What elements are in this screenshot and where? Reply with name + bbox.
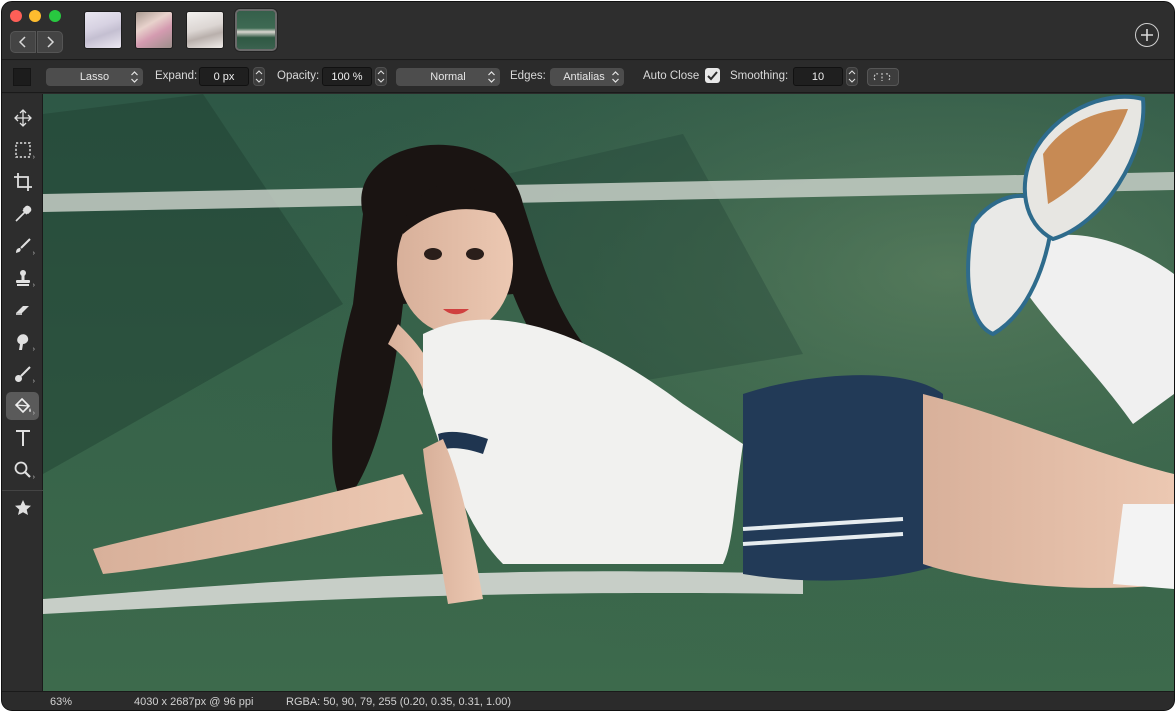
popup-arrows-icon: [131, 71, 138, 83]
stepper-arrows-icon: [255, 70, 263, 83]
selection-tool-value: Lasso: [79, 71, 110, 83]
color-swatch[interactable]: [13, 68, 31, 86]
stepper-arrows-icon: [377, 70, 385, 83]
edges-value: Antialias: [563, 71, 605, 83]
crop-icon: [13, 173, 32, 191]
submenu-indicator-icon: ›: [32, 346, 35, 353]
opacity-stepper[interactable]: [375, 67, 387, 86]
blend-mode-popup[interactable]: Normal: [396, 68, 500, 86]
thumbnail-image-4: [237, 11, 275, 49]
eraser-tool[interactable]: [6, 296, 39, 324]
submenu-indicator-icon: ›: [32, 250, 35, 257]
move-icon: [13, 109, 32, 127]
smoothing-label: Smoothing:: [730, 70, 789, 82]
clone-stamp-icon: [15, 270, 30, 286]
lasso-path-icon: [873, 73, 891, 81]
lasso-options-button[interactable]: [867, 68, 899, 86]
move-tool[interactable]: [6, 104, 39, 132]
retouch-tool[interactable]: ›: [6, 360, 39, 388]
tools-palette: › › › › › › ›: [2, 94, 43, 691]
blend-mode-value: Normal: [430, 71, 466, 83]
opacity-field[interactable]: 100 %: [322, 67, 372, 86]
chevron-left-icon: [18, 36, 26, 48]
thumbnail-image-2: [136, 12, 172, 48]
text-tool[interactable]: [6, 424, 39, 452]
photo: [43, 94, 1174, 691]
paint-bucket-tool[interactable]: ›: [6, 392, 39, 420]
back-button[interactable]: [10, 31, 36, 53]
expand-label: Expand:: [155, 70, 198, 82]
eraser-icon: [15, 306, 29, 315]
popup-arrows-icon: [488, 71, 495, 83]
stepper-arrows-icon: [848, 70, 856, 83]
brush-icon: [15, 238, 31, 253]
text-icon: [15, 430, 30, 446]
thumbnail-image-1: [85, 12, 121, 48]
checkmark-icon: [707, 70, 718, 80]
paint-bucket-icon: [14, 397, 31, 414]
eyedropper-tool[interactable]: [6, 200, 39, 228]
edges-label: Edges:: [510, 70, 546, 82]
smudge-tool[interactable]: ›: [6, 328, 39, 356]
crop-tool[interactable]: [6, 168, 39, 196]
clone-stamp-tool[interactable]: ›: [6, 264, 39, 292]
chevron-right-icon: [47, 36, 55, 48]
image-dimensions: 4030 x 2687px @ 96 ppi: [134, 696, 254, 708]
submenu-indicator-icon: ›: [32, 410, 35, 417]
zoom-level[interactable]: 63%: [50, 696, 72, 708]
tab-image-3[interactable]: [186, 11, 224, 49]
edges-popup[interactable]: Antialias: [550, 68, 624, 86]
favorites-star-icon: [14, 500, 31, 515]
thumbnail-image-3: [187, 12, 223, 48]
marquee-tool[interactable]: ›: [6, 136, 39, 164]
opacity-label: Opacity:: [277, 70, 320, 82]
close-window-button[interactable]: [10, 10, 22, 22]
smoothing-field[interactable]: 10: [793, 67, 843, 86]
forward-button[interactable]: [37, 31, 63, 53]
submenu-indicator-icon: ›: [32, 378, 35, 385]
tab-image-1[interactable]: [84, 11, 122, 49]
zoom-tool[interactable]: ›: [6, 456, 39, 484]
document-canvas[interactable]: [43, 94, 1174, 691]
selection-tool-popup[interactable]: Lasso: [46, 68, 143, 86]
tab-image-2[interactable]: [135, 11, 173, 49]
smoothing-stepper[interactable]: [846, 67, 858, 86]
title-bar: [2, 2, 1174, 60]
color-readout: RGBA: 50, 90, 79, 255 (0.20, 0.35, 0.31,…: [286, 696, 512, 708]
app-window: Lasso Expand: 0 px Opacity: 100 % Normal…: [1, 1, 1175, 711]
expand-stepper[interactable]: [253, 67, 265, 86]
minimize-window-button[interactable]: [29, 10, 41, 22]
auto-close-checkbox[interactable]: [705, 68, 720, 83]
favorites-tool[interactable]: [6, 494, 39, 522]
new-tab-button[interactable]: [1135, 23, 1159, 47]
plus-circle-icon: [1141, 29, 1153, 41]
popup-arrows-icon: [612, 71, 619, 83]
status-bar: 63% 4030 x 2687px @ 96 ppi RGBA: 50, 90,…: [2, 691, 1174, 710]
tool-options-bar: Lasso Expand: 0 px Opacity: 100 % Normal…: [2, 61, 1174, 93]
zoom-window-button[interactable]: [49, 10, 61, 22]
submenu-indicator-icon: ›: [32, 154, 35, 161]
eyedropper-icon: [14, 205, 31, 222]
zoom-icon: [14, 461, 31, 478]
tools-divider: [2, 490, 43, 491]
retouch-icon: [14, 366, 31, 382]
smudge-icon: [16, 334, 28, 350]
brush-tool[interactable]: ›: [6, 232, 39, 260]
submenu-indicator-icon: ›: [32, 282, 35, 289]
submenu-indicator-icon: ›: [32, 474, 35, 481]
expand-field[interactable]: 0 px: [199, 67, 249, 86]
auto-close-label: Auto Close: [643, 70, 700, 82]
marquee-icon: [14, 142, 31, 158]
tab-image-4[interactable]: [235, 9, 277, 51]
